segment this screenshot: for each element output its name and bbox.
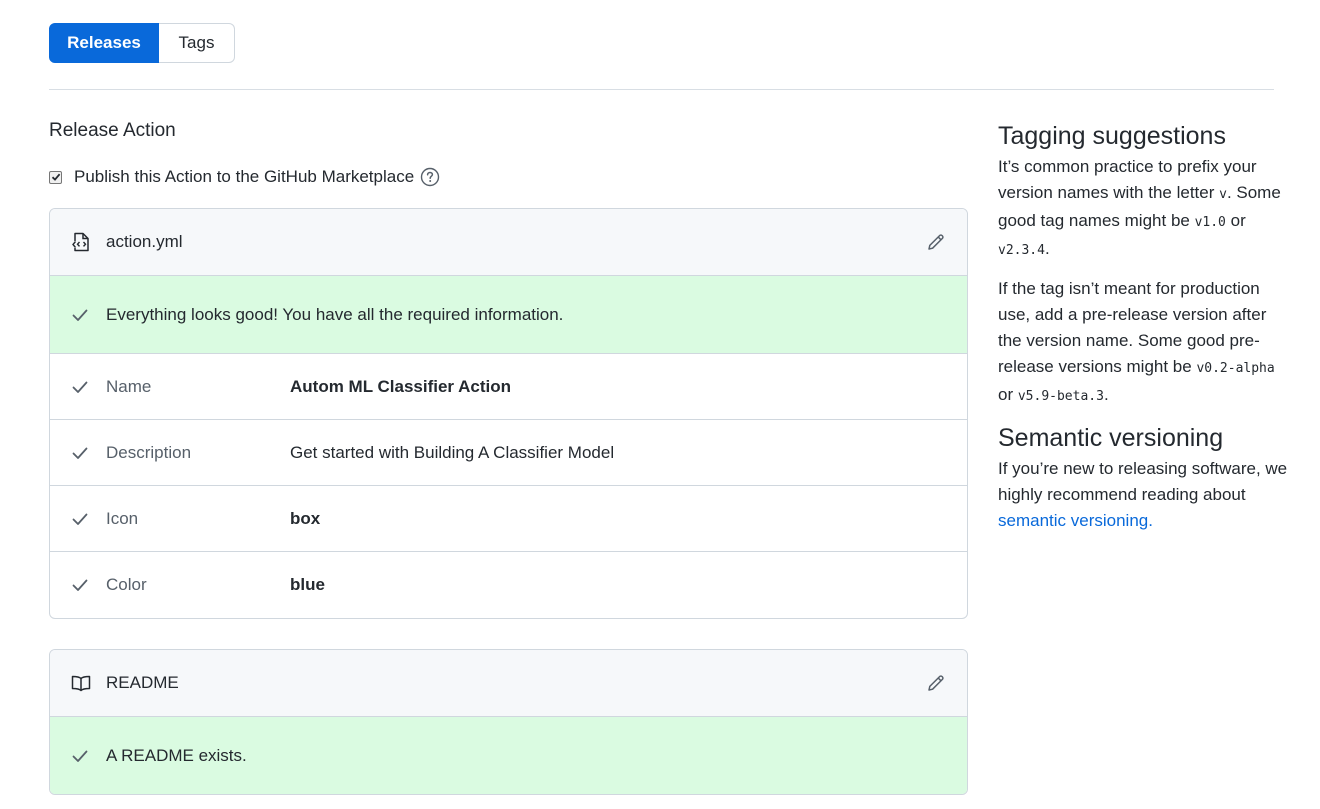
action-yml-header: action.yml [50, 209, 967, 276]
metadata-row-icon: Icon box [50, 486, 967, 552]
header-divider [49, 89, 1274, 90]
pencil-icon[interactable] [925, 231, 947, 253]
row-value: blue [290, 575, 325, 594]
check-icon [70, 575, 90, 595]
readme-success-text: A README exists. [106, 745, 247, 765]
row-value: Autom ML Classifier Action [290, 376, 512, 396]
checkmark-icon [51, 173, 60, 181]
pencil-icon[interactable] [925, 672, 947, 694]
check-icon [70, 509, 90, 529]
check-icon [70, 746, 90, 766]
readme-card: README A README exists. [49, 649, 968, 795]
row-key: Icon [106, 508, 139, 528]
publish-checkbox[interactable] [49, 170, 62, 184]
file-code-icon [70, 231, 92, 253]
sidebar: Tagging suggestions It’s common practice… [998, 120, 1288, 546]
tab-tags[interactable]: Tags [159, 23, 235, 63]
semver-paragraph: If you’re new to releasing software, we … [998, 459, 1288, 530]
metadata-row-color: Color blue [50, 552, 967, 618]
tab-releases[interactable]: Releases [49, 23, 159, 63]
metadata-row-description: Description Get started with Building A … [50, 420, 967, 486]
semantic-versioning-title: Semantic versioning [998, 424, 1224, 452]
readme-success-banner: A README exists. [50, 717, 967, 794]
semantic-versioning-link[interactable]: semantic versioning. [998, 511, 1153, 530]
tagging-paragraph-1: It’s common practice to prefix your vers… [998, 157, 1281, 258]
metadata-row-name: Name Autom ML Classifier Action [50, 354, 967, 420]
tagging-suggestions-title: Tagging suggestions [998, 122, 1226, 150]
tagging-paragraph-2: If the tag isn’t meant for production us… [998, 279, 1275, 404]
row-value: Get started with Building A Classifier M… [290, 442, 615, 462]
action-success-banner: Everything looks good! You have all the … [50, 276, 967, 354]
action-success-text: Everything looks good! You have all the … [106, 304, 564, 324]
publish-label[interactable]: Publish this Action to the GitHub Market… [74, 167, 414, 187]
release-tabs: Releases Tags [49, 23, 235, 63]
readme-filename[interactable]: README [106, 673, 179, 693]
row-value: box [290, 508, 321, 528]
check-icon [70, 443, 90, 463]
action-yml-card: action.yml Everything looks good! You ha… [49, 208, 968, 619]
publish-row: Publish this Action to the GitHub Market… [49, 165, 440, 189]
row-key: Color [106, 575, 147, 594]
row-key: Name [106, 376, 152, 396]
row-key: Description [106, 442, 192, 462]
release-action-title: Release Action [49, 120, 176, 141]
book-icon [70, 672, 92, 694]
question-circle-icon[interactable] [420, 167, 440, 187]
readme-header: README [50, 650, 967, 717]
check-icon [70, 305, 90, 325]
check-icon [70, 377, 90, 397]
action-yml-filename[interactable]: action.yml [106, 232, 183, 252]
